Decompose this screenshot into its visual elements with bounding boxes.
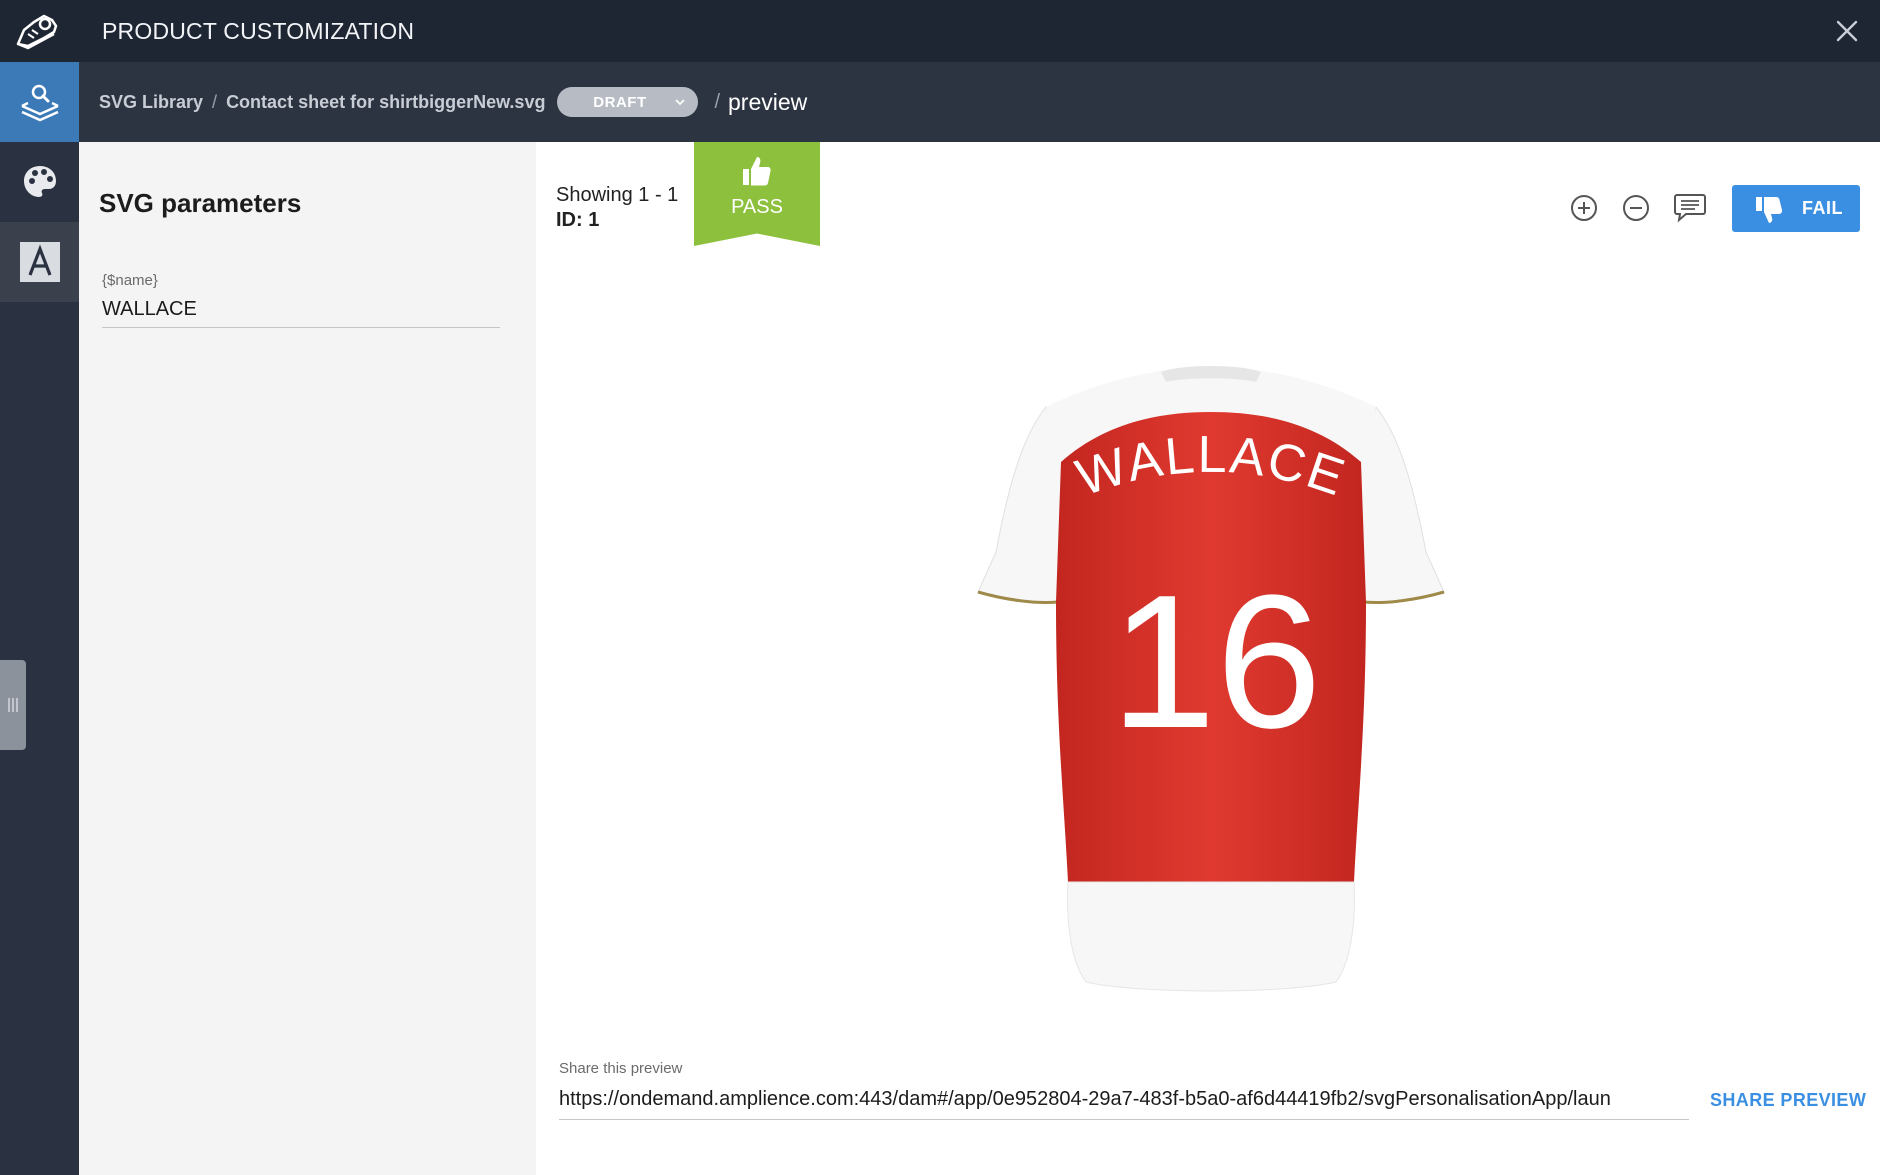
showing-count: Showing 1 - 1 [556, 184, 679, 206]
app-title: PRODUCT CUSTOMIZATION [102, 18, 415, 44]
comment-button[interactable] [1672, 190, 1708, 226]
breadcrumb: SVG Library / Contact sheet for shirtbig… [99, 62, 807, 142]
rail-item-layers[interactable] [0, 62, 79, 142]
fail-button[interactable]: FAIL [1732, 185, 1860, 232]
breadcrumb-separator: / [714, 90, 721, 113]
breadcrumb-separator: / [212, 91, 218, 112]
pass-button[interactable]: PASS [694, 142, 820, 246]
fail-label: FAIL [1802, 198, 1843, 218]
left-rail [0, 62, 79, 1175]
breadcrumb-contact-sheet[interactable]: Contact sheet for shirtbiggerNew.svg [226, 92, 545, 113]
shirt-number-text: 16 [1110, 556, 1321, 768]
panel-resize-handle[interactable] [0, 660, 26, 750]
top-bar: PRODUCT CUSTOMIZATION [0, 0, 1880, 62]
breadcrumb-current: preview [728, 88, 808, 115]
share-url-input[interactable] [559, 1080, 1689, 1120]
chevron-down-icon [675, 99, 686, 106]
breadcrumb-bar: SVG Library / Contact sheet for shirtbig… [0, 62, 1880, 142]
param-name-input[interactable] [102, 292, 500, 328]
rail-item-font[interactable] [0, 222, 79, 302]
preview-id: ID: 1 [556, 209, 600, 231]
zoom-out-icon [1623, 195, 1649, 221]
share-label: Share this preview [559, 1060, 683, 1077]
font-icon [19, 242, 60, 282]
parameters-panel: SVG parameters {$name} [79, 142, 536, 1175]
rail-item-palette[interactable] [0, 142, 79, 222]
close-icon[interactable] [1832, 16, 1862, 46]
breadcrumb-svg-library[interactable]: SVG Library [99, 92, 203, 113]
comment-icon [1674, 194, 1706, 223]
shirt-preview-image: WALLACE 16 [977, 366, 1445, 992]
share-preview-button[interactable]: SHARE PREVIEW [1710, 1090, 1866, 1111]
zoom-out-button[interactable] [1618, 190, 1654, 226]
thumbs-down-icon [1756, 197, 1783, 223]
grip-icon [8, 698, 18, 712]
pass-label: PASS [731, 196, 783, 218]
status-dropdown[interactable]: DRAFT [557, 87, 699, 117]
thumbs-up-icon [743, 157, 771, 186]
zoom-in-button[interactable] [1566, 190, 1602, 226]
panel-title: SVG parameters [99, 188, 302, 218]
param-name-label: {$name} [102, 272, 158, 289]
palette-icon [23, 166, 56, 197]
status-label: DRAFT [593, 93, 647, 111]
preview-area: Showing 1 - 1 ID: 1 PASS FAIL WALLACE 16… [536, 142, 1880, 1175]
zoom-in-icon [1571, 195, 1597, 221]
layers-search-icon [20, 84, 59, 122]
sneaker-logo-icon [16, 14, 58, 50]
